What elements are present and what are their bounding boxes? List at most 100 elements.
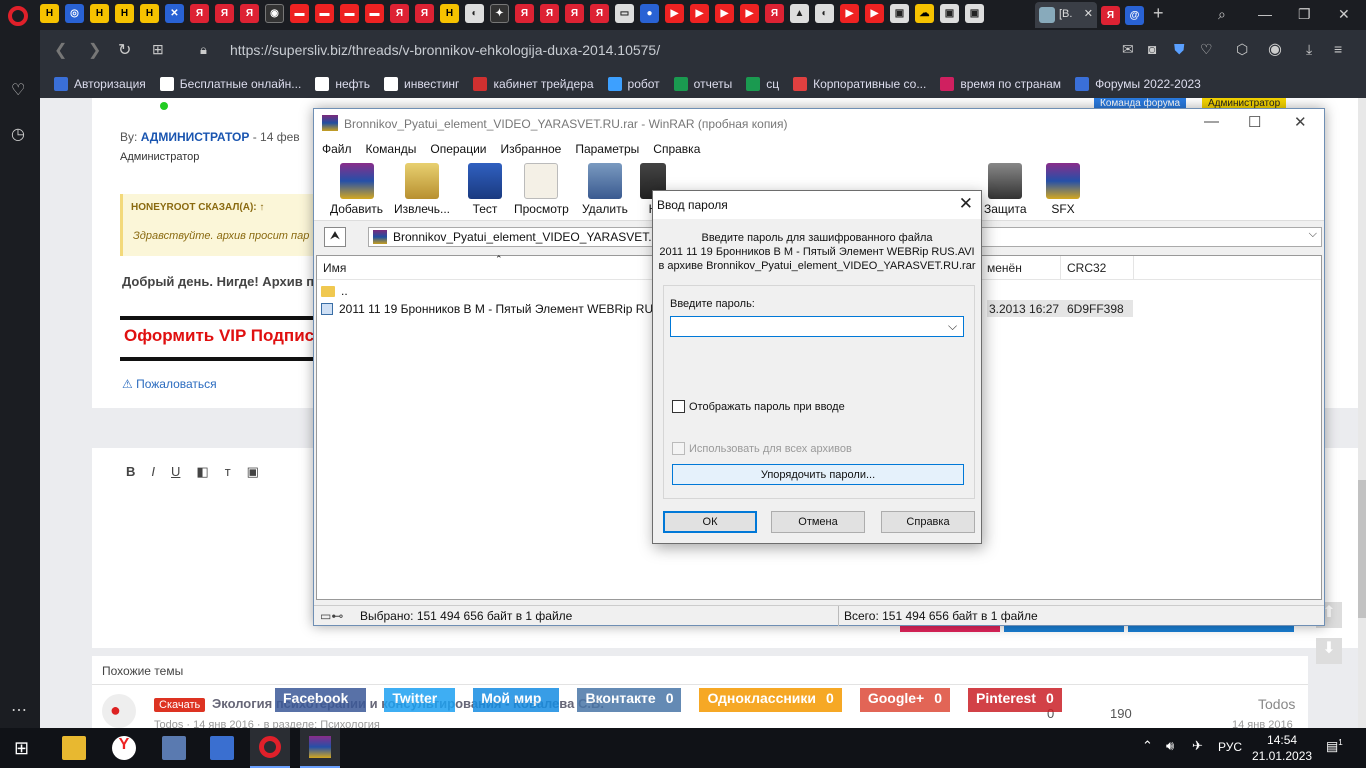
tab-favicon[interactable]: ▶ xyxy=(840,4,859,23)
tab-favicon[interactable]: ▶ xyxy=(690,4,709,23)
list-item[interactable]: .. xyxy=(321,282,348,300)
tab-favicon[interactable]: ✕ xyxy=(165,4,184,23)
ok-button[interactable]: ОК xyxy=(663,511,757,533)
menu-options[interactable]: Параметры xyxy=(575,139,639,159)
report-link[interactable]: ⚠ Пожаловаться xyxy=(122,377,217,391)
tab-favicon[interactable]: ▬ xyxy=(365,4,384,23)
download-icon[interactable]: ⤓ xyxy=(1306,41,1312,58)
tab-favicon[interactable]: ◐ xyxy=(815,4,834,23)
help-button[interactable]: Справка xyxy=(881,511,975,533)
close-icon[interactable]: ✕ xyxy=(1338,6,1350,23)
sfx-button[interactable]: SFX xyxy=(1046,163,1080,216)
bold-button[interactable]: B xyxy=(126,464,135,480)
clock[interactable]: 14:54 21.01.2023 xyxy=(1252,732,1312,764)
tab-favicon[interactable]: Я xyxy=(390,4,409,23)
font-color-icon[interactable]: ▣ xyxy=(247,464,259,480)
font-size-icon[interactable]: т xyxy=(225,464,231,480)
tab-favicon[interactable]: ▬ xyxy=(290,4,309,23)
page-scrollbar[interactable] xyxy=(1358,98,1366,728)
bookmark-item[interactable]: Бесплатные онлайн... xyxy=(159,77,301,91)
cancel-button[interactable]: Отмена xyxy=(771,511,865,533)
download-tag[interactable]: Скачать xyxy=(154,698,206,712)
delete-button[interactable]: Удалить xyxy=(582,163,628,216)
yandex-browser-icon[interactable]: Y xyxy=(112,736,136,760)
author-link[interactable]: АДМИНИСТРАТОР xyxy=(141,130,250,144)
up-folder-button[interactable]: ⮝ xyxy=(324,227,346,247)
tab-favicon[interactable]: ▬ xyxy=(340,4,359,23)
share-button[interactable]: Google+ 0 xyxy=(859,688,951,712)
taskbar-winrar[interactable] xyxy=(300,728,340,768)
organize-passwords-button[interactable]: Упорядочить пароли... xyxy=(672,464,964,485)
new-tab-icon[interactable]: + xyxy=(1153,3,1164,24)
tab-favicon[interactable]: ▬ xyxy=(315,4,334,23)
menu-icon[interactable]: ≡ xyxy=(1334,41,1342,57)
add-button[interactable]: Добавить xyxy=(330,163,383,216)
volume-icon[interactable]: 🔊︎ xyxy=(1166,738,1174,754)
scroll-down-button[interactable]: ⬇ xyxy=(1316,638,1342,664)
tab-favicon[interactable]: Я xyxy=(515,4,534,23)
bookmark-item[interactable]: отчеты xyxy=(673,77,732,91)
airplane-mode-icon[interactable]: ✈ xyxy=(1192,738,1203,754)
checkbox-box[interactable] xyxy=(672,400,685,413)
maximize-icon[interactable]: ☐ xyxy=(1248,113,1261,131)
bookmark-item[interactable]: время по странам xyxy=(940,77,1061,91)
tab-favicon[interactable]: ▶ xyxy=(665,4,684,23)
cube-icon[interactable]: ⬡ xyxy=(1236,41,1248,58)
heart-icon[interactable]: ♡ xyxy=(11,80,25,100)
protect-button[interactable]: Защита xyxy=(984,163,1027,216)
column-modified[interactable]: менён xyxy=(987,261,1022,275)
tab-favicon[interactable]: H xyxy=(115,4,134,23)
tab-favicon[interactable]: Я xyxy=(215,4,234,23)
language-indicator[interactable]: РУС xyxy=(1218,740,1242,754)
share-button[interactable]: Pinterest 0 xyxy=(968,688,1062,712)
tab-favicon[interactable]: ▲ xyxy=(790,4,809,23)
tab-favicon[interactable]: H xyxy=(40,4,59,23)
fill-color-icon[interactable]: ◧ xyxy=(196,464,208,480)
tab-favicon[interactable]: ● xyxy=(640,4,659,23)
calculator-icon[interactable] xyxy=(210,736,234,760)
heart-icon[interactable]: ♡ xyxy=(1200,41,1213,58)
test-button[interactable]: Тест xyxy=(468,163,502,216)
column-crc[interactable]: CRC32 xyxy=(1067,261,1106,275)
list-item[interactable]: 2011 11 19 Бронников В М - Пятый Элемент… xyxy=(321,300,672,318)
restore-icon[interactable]: ❐ xyxy=(1298,6,1311,23)
menu-file[interactable]: Файл xyxy=(322,139,352,159)
chevron-down-icon[interactable]: ⌵ xyxy=(948,319,957,334)
tab-favicon[interactable]: ✦ xyxy=(490,4,509,23)
close-icon[interactable]: ✕ xyxy=(1294,113,1307,131)
bookmark-item[interactable]: сц xyxy=(746,77,779,91)
tab-favicon[interactable]: H xyxy=(440,4,459,23)
bookmark-item[interactable]: Форумы 2022-2023 xyxy=(1075,77,1201,91)
tab-favicon[interactable]: Я xyxy=(240,4,259,23)
file-explorer-icon[interactable] xyxy=(62,736,86,760)
menu-help[interactable]: Справка xyxy=(653,139,700,159)
drive-key-icon[interactable]: ▭⊷ xyxy=(320,609,343,623)
tab-favicon[interactable]: Я xyxy=(565,4,584,23)
chevron-down-icon[interactable]: ⌵ xyxy=(1309,228,1317,241)
send-icon[interactable]: ✉ xyxy=(1122,41,1134,58)
tabs-grid-icon[interactable]: ⊞ xyxy=(152,41,164,58)
notifications-icon[interactable]: ▤1 xyxy=(1326,738,1343,754)
back-icon[interactable]: ❮ xyxy=(54,40,67,60)
tab-favicon[interactable]: H xyxy=(140,4,159,23)
url-field[interactable]: https://supersliv.biz/threads/v-bronniko… xyxy=(230,42,660,58)
minimize-icon[interactable]: — xyxy=(1258,6,1272,22)
more-dots-icon[interactable]: ⋯ xyxy=(11,700,27,720)
share-button[interactable]: Вконтакте 0 xyxy=(577,688,682,712)
bookmark-item[interactable]: Авторизация xyxy=(54,77,146,91)
network-app-icon[interactable] xyxy=(162,736,186,760)
taskbar-opera[interactable] xyxy=(250,728,290,768)
tab-favicon[interactable]: ◐ xyxy=(465,4,484,23)
close-icon[interactable]: ✕ xyxy=(959,194,973,214)
tab-favicon[interactable]: Я xyxy=(540,4,559,23)
menu-favorites[interactable]: Избранное xyxy=(501,139,562,159)
tab-favicon[interactable]: @ xyxy=(1125,6,1144,25)
share-button[interactable]: Facebook xyxy=(275,688,367,712)
share-button[interactable]: Мой мир xyxy=(473,688,560,712)
tab-favicon[interactable]: ▭ xyxy=(615,4,634,23)
password-input[interactable] xyxy=(670,316,964,337)
tab-favicon[interactable]: H xyxy=(90,4,109,23)
similar-user[interactable]: Todos xyxy=(1258,696,1295,712)
profile-avatar-icon[interactable]: ◉ xyxy=(1268,39,1282,59)
tab-favicon[interactable]: ▣ xyxy=(890,4,909,23)
